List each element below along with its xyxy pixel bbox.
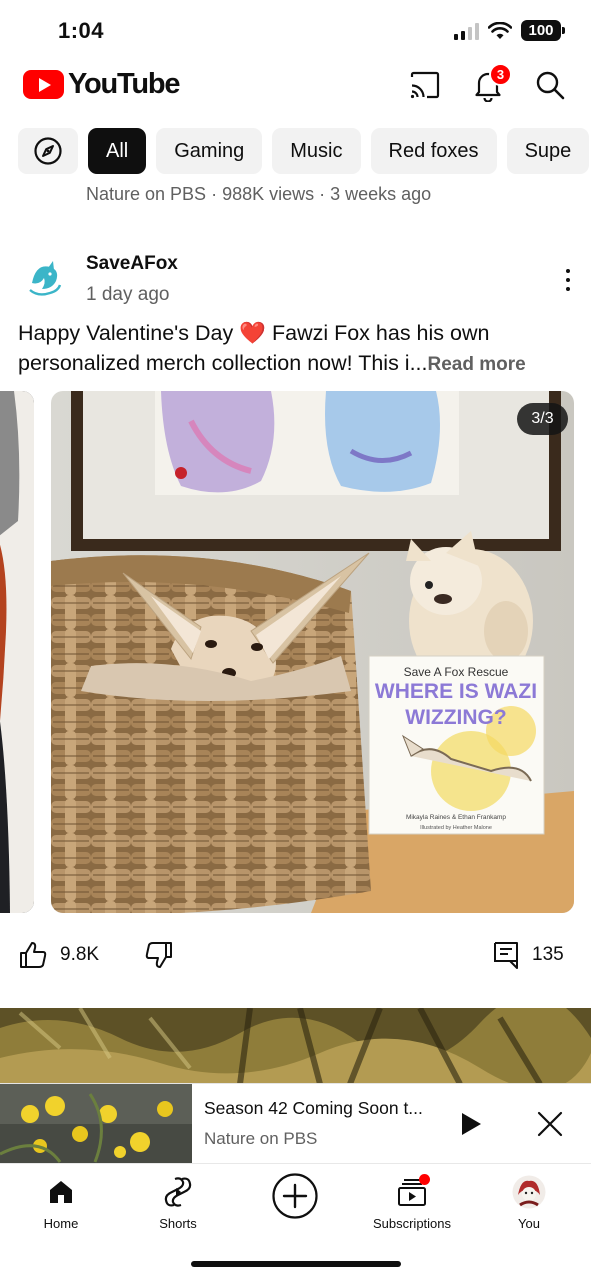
status-icons: 100 xyxy=(454,20,565,41)
profile-avatar-icon xyxy=(512,1175,546,1209)
cast-icon[interactable] xyxy=(408,68,442,102)
battery-indicator: 100 xyxy=(521,20,565,41)
chip-music[interactable]: Music xyxy=(272,128,361,174)
compass-icon xyxy=(34,137,62,165)
nav-you[interactable]: You xyxy=(474,1174,584,1231)
youtube-play-icon xyxy=(23,70,64,99)
chip-gaming[interactable]: Gaming xyxy=(156,128,263,174)
thumbs-up-icon xyxy=(20,942,47,968)
like-count: 9.8K xyxy=(60,944,100,965)
book-title-line1: WHERE IS WAZI xyxy=(375,680,537,703)
cellular-signal-icon xyxy=(454,22,479,40)
heart-emoji: ❤️ xyxy=(239,321,266,345)
post-image[interactable]: Save A Fox Rescue WHERE IS WAZI WIZZING?… xyxy=(51,391,574,913)
chip-red-foxes[interactable]: Red foxes xyxy=(370,128,497,174)
mini-player-thumbnail[interactable] xyxy=(0,1084,192,1164)
wifi-icon xyxy=(488,21,512,39)
comment-count: 135 xyxy=(532,944,564,965)
youtube-logo[interactable]: YouTube xyxy=(23,68,181,101)
comments-button[interactable]: 135 xyxy=(492,940,564,970)
thumbs-down-icon xyxy=(145,942,172,968)
home-icon xyxy=(50,1181,72,1203)
post-actions: 9.8K 135 xyxy=(0,938,591,978)
status-bar: 1:04 100 xyxy=(0,0,591,60)
carousel-previous-image[interactable] xyxy=(0,391,34,913)
nav-home[interactable]: Home xyxy=(6,1174,116,1231)
filter-chips: All Gaming Music Red foxes Supe xyxy=(18,128,590,174)
comment-icon xyxy=(494,942,518,969)
create-plus-icon xyxy=(272,1173,318,1219)
fox-photo: Save A Fox Rescue WHERE IS WAZI WIZZING?… xyxy=(51,391,574,913)
logo-text: YouTube xyxy=(68,68,181,100)
book-authors: Mikayla Raines & Ethan Frankamp xyxy=(406,814,506,821)
mini-player[interactable]: Season 42 Coming Soon t... Nature on PBS xyxy=(0,1083,591,1164)
channel-avatar[interactable] xyxy=(20,253,70,303)
book-title-line2: WIZZING? xyxy=(405,706,506,729)
read-more-link[interactable]: Read more xyxy=(428,354,526,375)
nav-you-label: You xyxy=(518,1216,540,1231)
chip-all[interactable]: All xyxy=(88,128,147,174)
notification-badge: 3 xyxy=(489,63,512,86)
like-button[interactable]: 9.8K xyxy=(18,940,99,970)
book-illustrator: Illustrated by Heather Malone xyxy=(420,825,492,831)
post-text-start: Happy Valentine's Day xyxy=(18,321,240,345)
search-icon[interactable] xyxy=(533,68,567,102)
home-indicator[interactable] xyxy=(191,1261,401,1267)
subscriptions-dot xyxy=(419,1174,430,1185)
close-icon[interactable] xyxy=(536,1110,564,1138)
play-icon[interactable] xyxy=(460,1112,482,1136)
mini-player-title: Season 42 Coming Soon t... xyxy=(204,1098,423,1118)
chip-supe[interactable]: Supe xyxy=(506,128,590,174)
nav-subscriptions-label: Subscriptions xyxy=(372,1216,452,1231)
more-options-icon[interactable] xyxy=(559,266,577,294)
channel-name[interactable]: SaveAFox xyxy=(86,253,178,275)
dislike-button[interactable] xyxy=(144,940,174,970)
nav-subscriptions[interactable]: Subscriptions xyxy=(357,1174,467,1231)
nav-home-label: Home xyxy=(43,1216,79,1231)
book-publisher: Save A Fox Rescue xyxy=(404,665,509,679)
nav-shorts[interactable]: Shorts xyxy=(123,1174,233,1231)
nav-create[interactable] xyxy=(240,1173,350,1220)
mini-player-channel: Nature on PBS xyxy=(204,1129,318,1148)
image-counter: 3/3 xyxy=(517,403,568,435)
next-video-thumbnail[interactable] xyxy=(0,1008,591,1084)
post-text[interactable]: Happy Valentine's Day ❤️ Fawzi Fox has h… xyxy=(18,318,578,380)
nav-shorts-label: Shorts xyxy=(159,1216,197,1231)
explore-chip[interactable] xyxy=(18,128,78,174)
saveafox-logo-icon xyxy=(21,254,69,302)
status-time: 1:04 xyxy=(58,18,105,43)
shorts-icon xyxy=(164,1177,192,1207)
post-time: 1 day ago xyxy=(86,284,170,305)
previous-video-meta: Nature on PBS · 988K views · 3 weeks ago xyxy=(86,184,432,204)
